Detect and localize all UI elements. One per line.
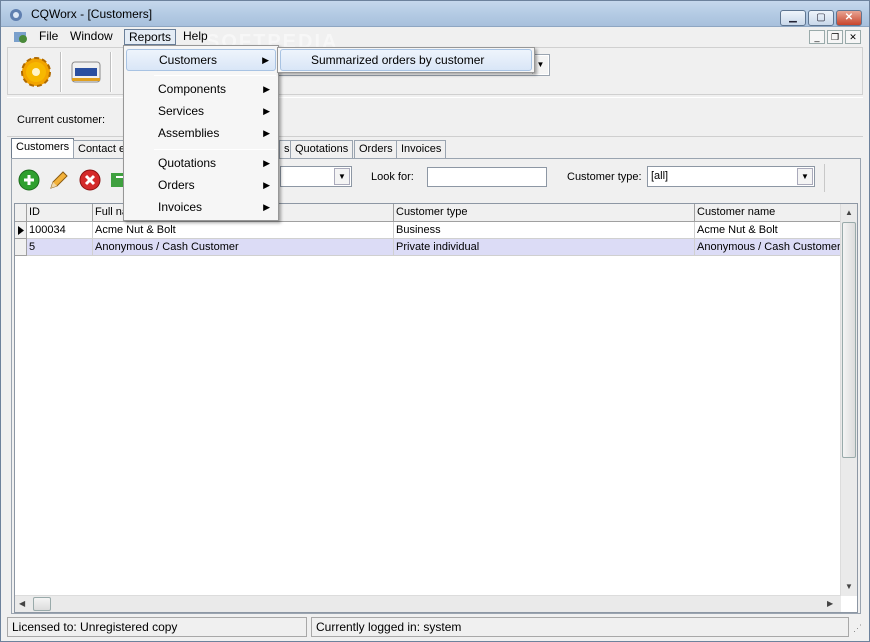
table-cell[interactable]: Anonymous / Cash Customer	[93, 239, 394, 256]
table-cell[interactable]: Private individual	[394, 239, 695, 256]
window-title: CQWorx - [Customers]	[31, 7, 153, 21]
search-field-combo[interactable]: ▼	[280, 166, 352, 187]
submenu-arrow-icon: ▶	[263, 180, 270, 190]
reports-menu: Customers ▶ Components ▶ Services ▶ Assembl…	[123, 45, 279, 221]
title-bar[interactable]: CQWorx - [Customers] ▁ ▢ ✕	[1, 1, 869, 27]
horizontal-scrollbar[interactable]: ◀ ▶	[15, 595, 841, 612]
maximize-button[interactable]: ▢	[808, 10, 834, 26]
menu-item-summarized-orders[interactable]: Summarized orders by customer	[280, 49, 532, 71]
minimize-button[interactable]: ▁	[780, 10, 806, 26]
delete-icon[interactable]	[79, 169, 101, 191]
app-icon	[10, 9, 22, 21]
mdi-restore-button[interactable]: ❐	[827, 30, 843, 44]
scroll-right-arrow-icon[interactable]: ▶	[827, 599, 833, 608]
menu-item-label: Invoices	[158, 200, 203, 214]
row-indicator	[15, 239, 27, 256]
menu-reports[interactable]: Reports	[124, 29, 177, 45]
scroll-up-arrow-icon[interactable]: ▲	[845, 208, 853, 217]
menu-separator	[154, 149, 276, 150]
mdi-minimize-button[interactable]: _	[809, 30, 825, 44]
submenu-arrow-icon: ▶	[263, 106, 270, 116]
menu-item-customers[interactable]: Customers ▶	[126, 49, 276, 71]
credit-card-icon[interactable]	[66, 52, 106, 92]
add-icon[interactable]	[18, 169, 40, 191]
look-for-label: Look for:	[371, 171, 414, 183]
menu-bar: File Window Reports Help _ ❐ ✕	[1, 27, 869, 47]
scroll-left-arrow-icon[interactable]: ◀	[19, 599, 25, 608]
edit-pencil-icon[interactable]	[48, 169, 70, 191]
tab-invoices[interactable]: Invoices	[396, 140, 447, 158]
tab-orders[interactable]: Orders	[354, 140, 398, 158]
look-for-input[interactable]	[427, 167, 547, 187]
menu-item-quotations[interactable]: Quotations ▶	[126, 153, 276, 175]
tab-contact-events[interactable]: Contact e	[73, 140, 131, 158]
status-bar: Licensed to: Unregistered copy Currently…	[7, 617, 865, 639]
menu-item-label: Assemblies	[158, 126, 220, 140]
filter-separator	[824, 164, 825, 192]
table-cell[interactable]: Business	[394, 222, 695, 239]
customer-type-label: Customer type:	[567, 171, 642, 183]
row-indicator	[15, 222, 27, 239]
submenu-arrow-icon: ▶	[263, 202, 270, 212]
tab-customers[interactable]: Customers	[11, 138, 75, 159]
menu-item-label: Components	[158, 82, 227, 96]
menu-file[interactable]: File	[35, 29, 62, 45]
toolbar-separator	[60, 52, 62, 92]
customer-type-value: [all]	[651, 170, 669, 182]
chevron-down-icon[interactable]: ▼	[797, 168, 813, 185]
mdi-child-icon[interactable]	[13, 29, 29, 45]
table-cell[interactable]: Acme Nut & Bolt	[695, 222, 841, 239]
size-grip-icon[interactable]: ⋰	[853, 623, 862, 634]
submenu-arrow-icon: ▶	[262, 55, 269, 65]
submenu-arrow-icon: ▶	[263, 128, 270, 138]
vertical-scroll-thumb[interactable]	[842, 222, 856, 458]
tab-quotations[interactable]: Quotations	[290, 140, 354, 158]
user-status: Currently logged in: system	[311, 617, 849, 637]
menu-window[interactable]: Window	[66, 29, 117, 45]
current-row-arrow-icon	[18, 226, 24, 235]
customers-reports-submenu: Summarized orders by customer	[277, 47, 535, 73]
customers-grid[interactable]: ID Full na Customer type Customer name 1…	[14, 203, 858, 613]
col-header-customer-type[interactable]: Customer type	[394, 204, 695, 222]
toolbar-separator	[110, 52, 112, 92]
vertical-scrollbar[interactable]: ▲ ▼	[840, 204, 857, 596]
table-cell[interactable]: Acme Nut & Bolt	[93, 222, 394, 239]
horizontal-scroll-thumb[interactable]	[33, 597, 51, 611]
menu-item-invoices[interactable]: Invoices ▶	[126, 197, 276, 219]
menu-item-assemblies[interactable]: Assemblies ▶	[126, 123, 276, 145]
menu-item-label: Services	[158, 104, 205, 118]
menu-item-label: Quotations	[158, 156, 217, 170]
col-header-customer-name[interactable]: Customer name	[695, 204, 841, 222]
table-cell[interactable]: 100034	[27, 222, 93, 239]
menu-item-label: Customers	[159, 53, 218, 67]
table-cell[interactable]: 5	[27, 239, 93, 256]
menu-item-services[interactable]: Services ▶	[126, 101, 276, 123]
customer-type-select[interactable]: [all] ▼	[647, 166, 815, 187]
chevron-down-icon[interactable]: ▼	[334, 168, 350, 185]
table-cell[interactable]: Anonymous / Cash Customer	[695, 239, 841, 256]
menu-separator	[154, 75, 276, 76]
menu-item-components[interactable]: Components ▶	[126, 79, 276, 101]
menu-item-label: Orders	[158, 178, 195, 192]
submenu-arrow-icon: ▶	[263, 158, 270, 168]
license-status: Licensed to: Unregistered copy	[7, 617, 307, 637]
close-button[interactable]: ✕	[836, 10, 862, 26]
menu-item-orders[interactable]: Orders ▶	[126, 175, 276, 197]
submenu-arrow-icon: ▶	[263, 84, 270, 94]
customers-panel: ▼ Look for: Customer type: [all] ▼ ID Fu…	[11, 158, 861, 614]
scroll-down-arrow-icon[interactable]: ▼	[845, 582, 853, 591]
grid-corner	[15, 204, 27, 222]
current-customer-label: Current customer:	[17, 114, 106, 126]
main-window: CQWorx - [Customers] ▁ ▢ ✕ File Window R…	[0, 0, 870, 642]
mdi-close-button[interactable]: ✕	[845, 30, 861, 44]
settings-gear-icon[interactable]	[16, 52, 56, 92]
col-header-id[interactable]: ID	[27, 204, 93, 222]
